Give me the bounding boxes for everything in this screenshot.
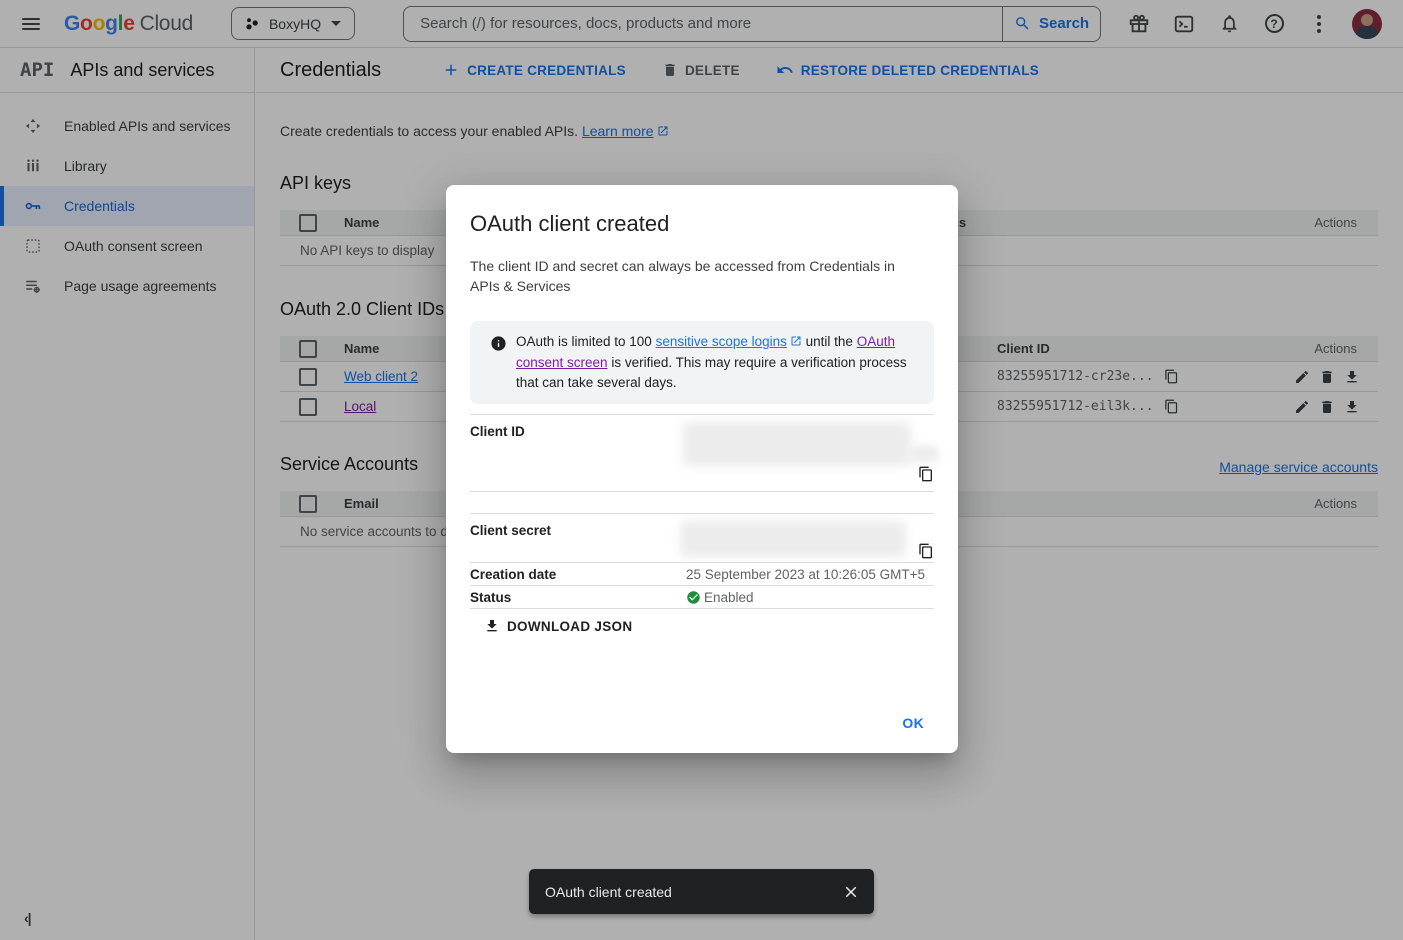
external-link-icon xyxy=(790,333,802,353)
redacted-blur xyxy=(680,521,906,557)
download-json-label: DOWNLOAD JSON xyxy=(507,619,632,634)
snackbar: OAuth client created xyxy=(529,869,874,914)
dialog-description: The client ID and secret can always be a… xyxy=(470,256,908,296)
verification-notice: OAuth is limited to 100 sensitive scope … xyxy=(470,321,934,404)
creation-date-row: Creation date 25 September 2023 at 10:26… xyxy=(470,562,934,585)
status-row: Status Enabled xyxy=(470,585,934,609)
close-icon[interactable] xyxy=(842,883,860,901)
status-label: Status xyxy=(470,590,686,605)
row-spacer xyxy=(470,491,934,513)
client-secret-value-redacted xyxy=(686,523,934,562)
status-text: Enabled xyxy=(704,590,754,605)
ok-button[interactable]: OK xyxy=(888,707,938,739)
oauth-client-created-dialog: OAuth client created The client ID and s… xyxy=(446,185,958,753)
client-id-value-redacted xyxy=(686,424,934,491)
copy-icon[interactable] xyxy=(918,466,934,485)
notice-text-1: OAuth is limited to 100 xyxy=(516,334,656,349)
info-icon xyxy=(480,332,516,393)
redacted-blur xyxy=(683,422,911,466)
notice-text-2: until the xyxy=(802,334,857,349)
sensitive-scope-logins-link[interactable]: sensitive scope logins xyxy=(656,334,787,349)
creation-date-value: 25 September 2023 at 10:26:05 GMT+5 xyxy=(686,567,934,582)
redacted-blur xyxy=(910,446,938,462)
check-circle-icon xyxy=(686,590,701,605)
snackbar-message: OAuth client created xyxy=(545,884,672,900)
client-secret-row: Client secret xyxy=(470,513,934,562)
dialog-fields: Client ID Client secret Creation date 25… xyxy=(470,414,934,609)
dialog-title: OAuth client created xyxy=(470,211,934,237)
client-secret-label: Client secret xyxy=(470,523,686,562)
notice-text: OAuth is limited to 100 sensitive scope … xyxy=(516,332,920,393)
client-id-row: Client ID xyxy=(470,414,934,491)
status-value: Enabled xyxy=(686,590,934,605)
creation-date-label: Creation date xyxy=(470,567,686,582)
copy-icon[interactable] xyxy=(918,543,934,562)
download-json-button[interactable]: DOWNLOAD JSON xyxy=(484,618,632,634)
download-icon xyxy=(484,618,500,634)
client-id-label: Client ID xyxy=(470,424,686,491)
